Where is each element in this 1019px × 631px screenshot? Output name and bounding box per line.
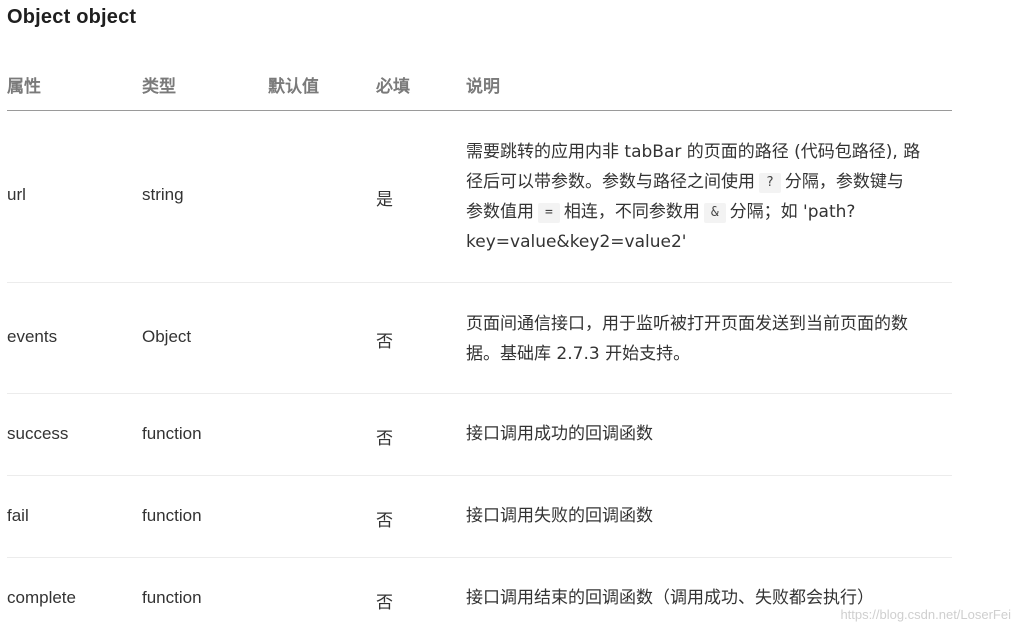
param-name: fail	[7, 506, 29, 525]
param-description: 需要跳转的应用内非 tabBar 的页面的路径 (代码包路径), 路 径后可以带…	[466, 137, 956, 257]
param-name: success	[7, 424, 69, 443]
inline-code: ?	[759, 173, 781, 193]
table-row: fail function 否 接口调用失败的回调函数	[7, 476, 952, 558]
table-header: 属性 类型 默认值 必填 说明	[7, 66, 952, 111]
param-required: 是	[376, 190, 393, 209]
param-required: 否	[376, 593, 393, 612]
param-name: complete	[7, 588, 76, 607]
table-row: url string 是 需要跳转的应用内非 tabBar 的页面的路径 (代码…	[7, 111, 952, 283]
table-row: complete function 否 接口调用结束的回调函数（调用成功、失败都…	[7, 558, 952, 630]
desc-line: 参数值用 = 相连，不同参数用 & 分隔；如 'path?	[466, 202, 856, 223]
param-type: function	[142, 506, 202, 525]
param-name: url	[7, 185, 26, 204]
desc-line: 接口调用成功的回调函数	[466, 424, 653, 444]
param-type: string	[142, 185, 184, 204]
param-description: 页面间通信接口，用于监听被打开页面发送到当前页面的数 据。基础库 2.7.3 开…	[466, 309, 956, 369]
param-type: Object	[142, 327, 192, 346]
param-name: events	[7, 327, 58, 346]
header-attr: 属性	[7, 77, 41, 97]
header-desc: 说明	[466, 77, 500, 97]
desc-line: key=value&key2=value2'	[466, 232, 687, 252]
header-default: 默认值	[268, 77, 319, 97]
table-row: events Object 否 页面间通信接口，用于监听被打开页面发送到当前页面…	[7, 283, 952, 394]
watermark: https://blog.csdn.net/LoserFei	[840, 607, 1011, 622]
inline-code: &	[703, 203, 726, 223]
desc-line: 页面间通信接口，用于监听被打开页面发送到当前页面的数	[466, 314, 908, 334]
header-required: 必填	[376, 77, 410, 97]
desc-line: 据。基础库 2.7.3 开始支持。	[466, 344, 691, 364]
param-required: 否	[376, 511, 393, 530]
param-required: 否	[376, 332, 393, 351]
header-type: 类型	[142, 77, 176, 97]
desc-line: 接口调用失败的回调函数	[466, 506, 653, 526]
desc-line: 径后可以带参数。参数与路径之间使用? 分隔，参数键与	[466, 172, 904, 193]
param-type: function	[142, 424, 202, 443]
param-description: 接口调用失败的回调函数	[466, 501, 956, 531]
section-title: Object object	[7, 6, 137, 28]
param-description: 接口调用成功的回调函数	[466, 419, 956, 449]
param-required: 否	[376, 429, 393, 448]
inline-code: =	[538, 203, 560, 223]
desc-line: 需要跳转的应用内非 tabBar 的页面的路径 (代码包路径), 路	[466, 142, 921, 162]
param-type: function	[142, 588, 202, 607]
table-row: success function 否 接口调用成功的回调函数	[7, 394, 952, 476]
